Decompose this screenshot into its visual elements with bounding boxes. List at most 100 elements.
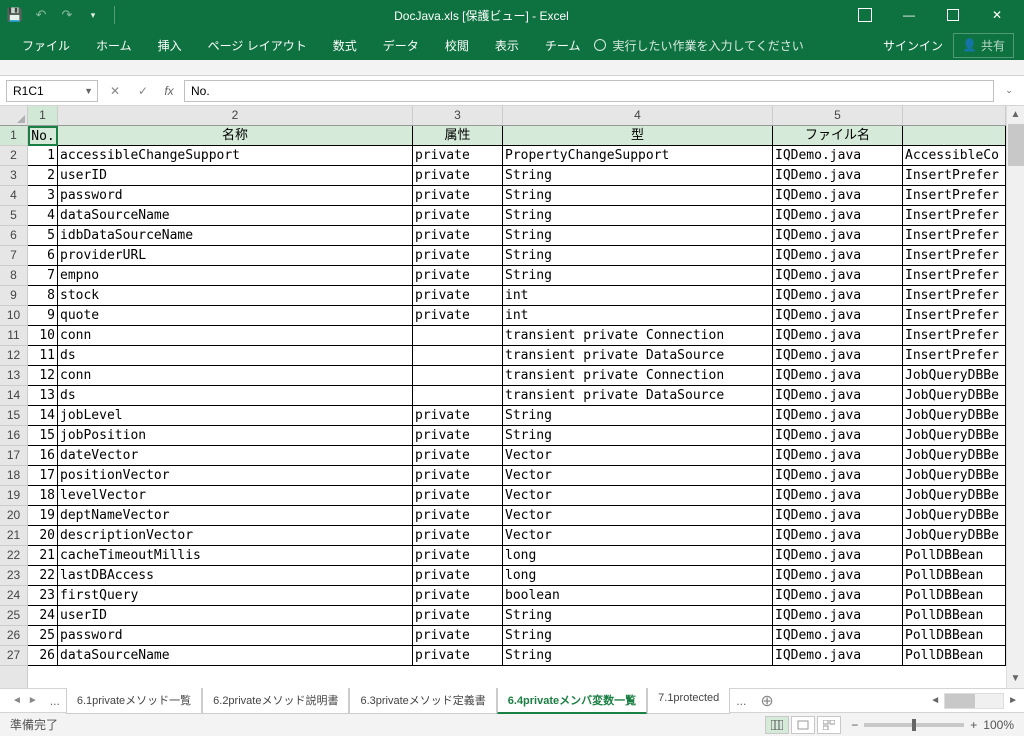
data-cell[interactable]: 12 bbox=[28, 366, 58, 386]
row-header[interactable]: 8 bbox=[0, 266, 27, 286]
data-cell[interactable]: PollDBBean bbox=[903, 566, 1006, 586]
data-cell[interactable]: JobQueryDBBe bbox=[903, 386, 1006, 406]
data-cell[interactable]: deptNameVector bbox=[58, 506, 413, 526]
data-cell[interactable]: private bbox=[413, 206, 503, 226]
data-cell[interactable]: IQDemo.java bbox=[773, 526, 903, 546]
data-cell[interactable]: dataSourceName bbox=[58, 206, 413, 226]
data-cell[interactable]: String bbox=[503, 606, 773, 626]
sheet-next-icon[interactable]: ► bbox=[28, 695, 38, 706]
data-cell[interactable]: userID bbox=[58, 166, 413, 186]
data-cell[interactable]: InsertPrefer bbox=[903, 346, 1006, 366]
data-cell[interactable]: boolean bbox=[503, 586, 773, 606]
tab-data[interactable]: データ bbox=[371, 31, 431, 60]
data-cell[interactable]: 9 bbox=[28, 306, 58, 326]
data-cell[interactable]: private bbox=[413, 266, 503, 286]
header-cell[interactable]: No. bbox=[28, 126, 58, 146]
data-cell[interactable]: IQDemo.java bbox=[773, 626, 903, 646]
data-cell[interactable]: PollDBBean bbox=[903, 646, 1006, 666]
data-cell[interactable]: InsertPrefer bbox=[903, 226, 1006, 246]
data-cell[interactable]: private bbox=[413, 506, 503, 526]
hscroll-left-icon[interactable]: ◄ bbox=[930, 695, 940, 706]
data-cell[interactable]: IQDemo.java bbox=[773, 426, 903, 446]
data-cell[interactable]: descriptionVector bbox=[58, 526, 413, 546]
sheet-prev-icon[interactable]: ◄ bbox=[12, 695, 22, 706]
data-cell[interactable] bbox=[413, 366, 503, 386]
data-cell[interactable]: ds bbox=[58, 386, 413, 406]
data-cell[interactable]: cacheTimeoutMillis bbox=[58, 546, 413, 566]
data-cell[interactable]: jobPosition bbox=[58, 426, 413, 446]
data-cell[interactable]: transient private DataSource bbox=[503, 346, 773, 366]
scroll-thumb[interactable] bbox=[1008, 124, 1024, 166]
data-cell[interactable]: private bbox=[413, 626, 503, 646]
zoom-out-button[interactable]: − bbox=[851, 718, 858, 732]
header-cell[interactable]: 属性 bbox=[413, 126, 503, 146]
data-cell[interactable]: jobLevel bbox=[58, 406, 413, 426]
signin-link[interactable]: サインイン bbox=[883, 37, 943, 54]
data-cell[interactable]: 4 bbox=[28, 206, 58, 226]
data-cell[interactable]: private bbox=[413, 446, 503, 466]
row-header[interactable]: 5 bbox=[0, 206, 27, 226]
row-header[interactable]: 24 bbox=[0, 586, 27, 606]
row-header[interactable]: 21 bbox=[0, 526, 27, 546]
maximize-button[interactable] bbox=[932, 1, 974, 29]
data-cell[interactable]: Vector bbox=[503, 446, 773, 466]
data-cell[interactable]: PollDBBean bbox=[903, 586, 1006, 606]
data-cell[interactable]: IQDemo.java bbox=[773, 446, 903, 466]
data-cell[interactable]: private bbox=[413, 466, 503, 486]
data-cell[interactable]: dateVector bbox=[58, 446, 413, 466]
tab-formulas[interactable]: 数式 bbox=[321, 31, 369, 60]
data-cell[interactable]: 2 bbox=[28, 166, 58, 186]
data-cell[interactable]: InsertPrefer bbox=[903, 186, 1006, 206]
scroll-up-icon[interactable]: ▲ bbox=[1007, 106, 1024, 124]
data-cell[interactable]: private bbox=[413, 486, 503, 506]
data-cell[interactable]: 24 bbox=[28, 606, 58, 626]
col-header[interactable]: 1 bbox=[28, 106, 58, 125]
share-button[interactable]: 👤共有 bbox=[953, 33, 1014, 58]
row-header[interactable]: 26 bbox=[0, 626, 27, 646]
tell-me[interactable]: 実行したい作業を入力してください bbox=[594, 37, 803, 54]
data-cell[interactable]: firstQuery bbox=[58, 586, 413, 606]
data-cell[interactable]: IQDemo.java bbox=[773, 226, 903, 246]
data-cell[interactable]: String bbox=[503, 166, 773, 186]
data-cell[interactable]: idbDataSourceName bbox=[58, 226, 413, 246]
sheet-overflow-right[interactable]: ... bbox=[732, 694, 750, 708]
redo-icon[interactable]: ↷ bbox=[58, 6, 76, 24]
data-cell[interactable]: conn bbox=[58, 366, 413, 386]
data-cell[interactable]: long bbox=[503, 566, 773, 586]
data-cell[interactable]: String bbox=[503, 426, 773, 446]
data-cell[interactable]: IQDemo.java bbox=[773, 366, 903, 386]
name-box[interactable]: R1C1▼ bbox=[6, 80, 98, 102]
scroll-down-icon[interactable]: ▼ bbox=[1007, 670, 1024, 688]
data-cell[interactable] bbox=[413, 326, 503, 346]
chevron-down-icon[interactable]: ▼ bbox=[84, 86, 93, 96]
data-cell[interactable]: 17 bbox=[28, 466, 58, 486]
data-cell[interactable]: String bbox=[503, 226, 773, 246]
data-cell[interactable]: 21 bbox=[28, 546, 58, 566]
data-cell[interactable]: stock bbox=[58, 286, 413, 306]
hscroll-right-icon[interactable]: ► bbox=[1008, 695, 1018, 706]
close-button[interactable]: ✕ bbox=[976, 1, 1018, 29]
data-cell[interactable]: private bbox=[413, 226, 503, 246]
data-cell[interactable] bbox=[413, 346, 503, 366]
data-cell[interactable]: private bbox=[413, 426, 503, 446]
sheet-tab[interactable]: 6.1privateメソッド一覧 bbox=[66, 688, 202, 714]
data-cell[interactable]: String bbox=[503, 186, 773, 206]
data-cell[interactable]: int bbox=[503, 306, 773, 326]
sheet-tab[interactable]: 7.1protected bbox=[647, 688, 730, 714]
formula-input[interactable]: No. bbox=[184, 80, 994, 102]
header-cell[interactable]: ファイル名 bbox=[773, 126, 903, 146]
data-cell[interactable]: empno bbox=[58, 266, 413, 286]
data-cell[interactable]: quote bbox=[58, 306, 413, 326]
data-cell[interactable]: IQDemo.java bbox=[773, 146, 903, 166]
data-cell[interactable]: String bbox=[503, 406, 773, 426]
data-cell[interactable]: accessibleChangeSupport bbox=[58, 146, 413, 166]
sheet-tab[interactable]: 6.3privateメソッド定義書 bbox=[349, 688, 496, 714]
data-cell[interactable]: 7 bbox=[28, 266, 58, 286]
data-cell[interactable]: String bbox=[503, 646, 773, 666]
row-header[interactable]: 2 bbox=[0, 146, 27, 166]
data-cell[interactable]: IQDemo.java bbox=[773, 646, 903, 666]
row-header[interactable]: 1 bbox=[0, 126, 27, 146]
row-header[interactable]: 11 bbox=[0, 326, 27, 346]
header-cell[interactable] bbox=[903, 126, 1006, 146]
data-cell[interactable]: 15 bbox=[28, 426, 58, 446]
